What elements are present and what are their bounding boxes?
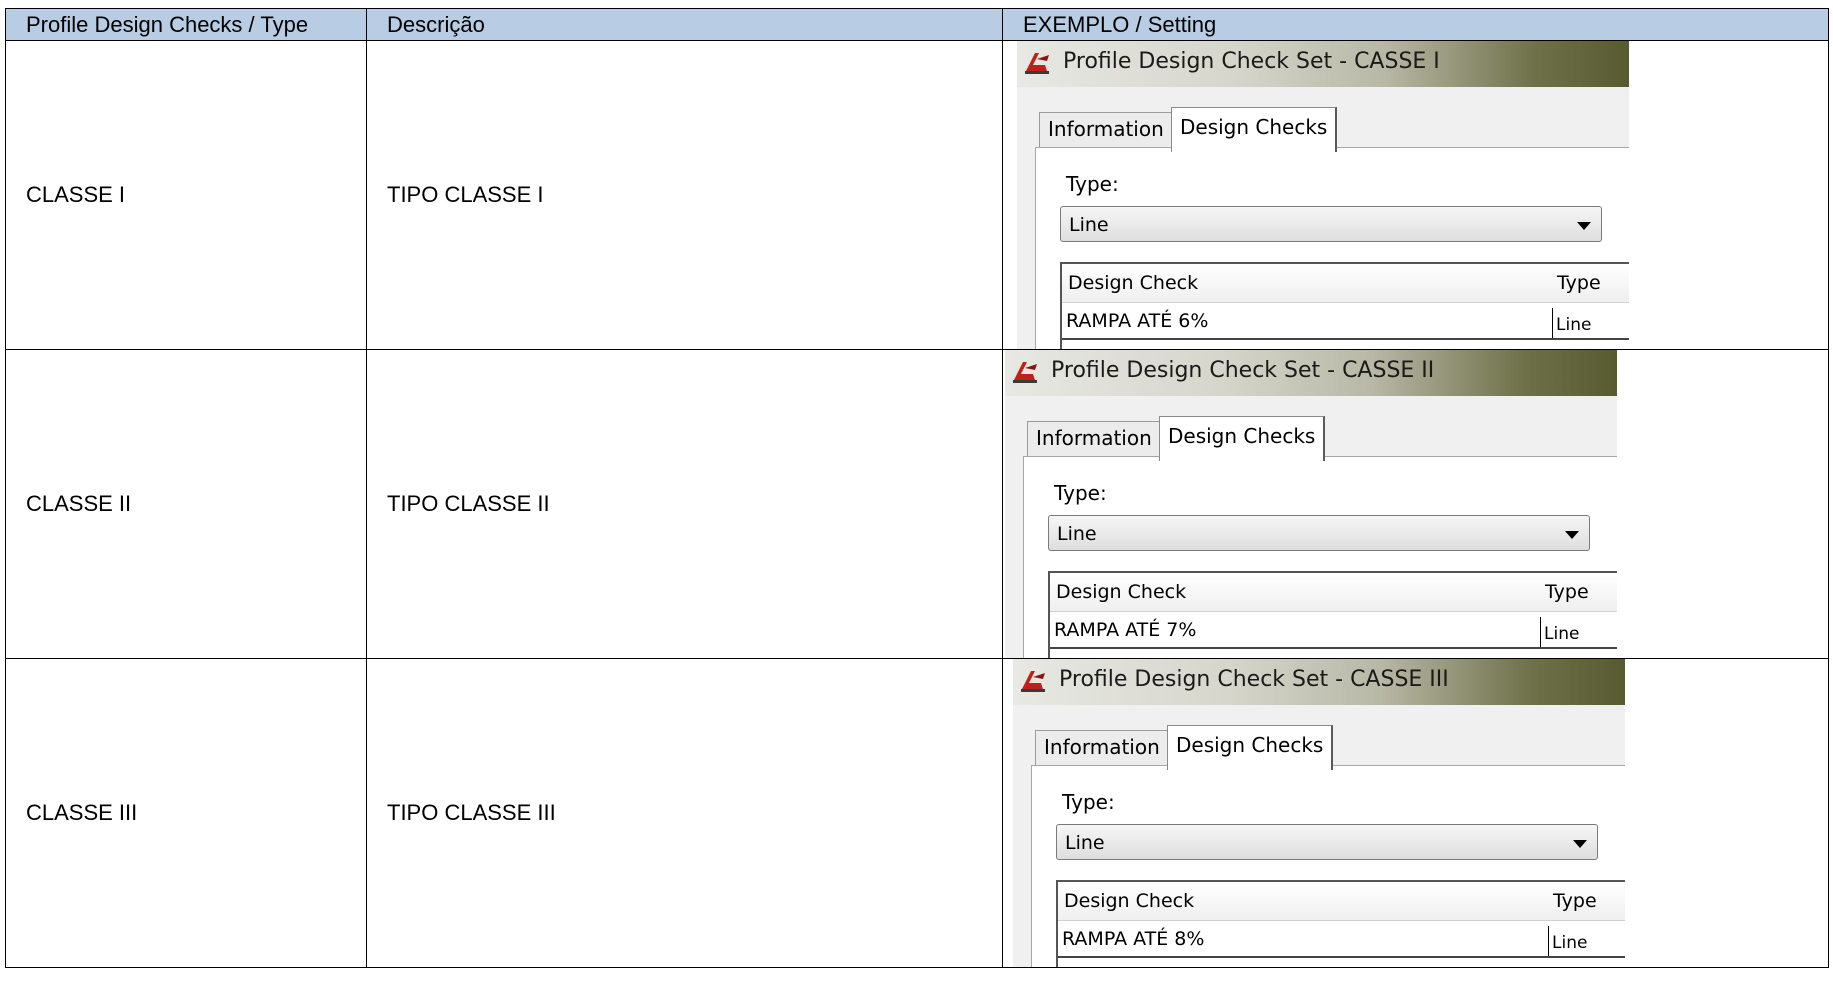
dialog-title-bar: Profile Design Check Set - CASSE III xyxy=(1013,659,1625,705)
tab-information[interactable]: Information xyxy=(1039,112,1173,147)
profile-design-checks-table: Profile Design Checks / Type Descrição E… xyxy=(5,8,1829,968)
dialog-screenshot: Profile Design Check Set - CASSE II Info… xyxy=(1005,350,1617,658)
type-select[interactable]: Line xyxy=(1060,206,1602,242)
type-label: Type: xyxy=(1066,172,1119,196)
tab-information[interactable]: Information xyxy=(1027,421,1161,456)
type-cell: CLASSE I xyxy=(5,40,367,350)
chevron-down-icon xyxy=(1577,222,1591,230)
dialog-title: Profile Design Check Set - CASSE III xyxy=(1059,667,1449,692)
description-cell: TIPO CLASSE III xyxy=(366,658,1003,968)
chevron-down-icon xyxy=(1573,840,1587,848)
grid-cell-type: Line xyxy=(1548,926,1587,956)
example-cell: Profile Design Check Set - CASSE III Inf… xyxy=(1002,658,1829,968)
grid-row[interactable]: RAMPA ATÉ 8% Line xyxy=(1058,922,1625,958)
design-checks-panel: Type: Line Design Check Type xyxy=(1035,147,1629,349)
grid-cell-design-check: RAMPA ATÉ 8% xyxy=(1062,928,1205,950)
type-select-value: Line xyxy=(1065,832,1105,854)
header-profile-design-checks-type: Profile Design Checks / Type xyxy=(5,8,367,41)
grid-row[interactable]: RAMPA ATÉ 7% Line xyxy=(1050,613,1617,649)
dialog-title-bar: Profile Design Check Set - CASSE II xyxy=(1005,350,1617,396)
design-checks-panel: Type: Line Design Check Type xyxy=(1031,765,1625,967)
grid-header: Design Check Type xyxy=(1058,882,1625,921)
grid-row[interactable]: RAMPA ATÉ 6% Line xyxy=(1062,304,1629,340)
grid-cell-type: Line xyxy=(1540,617,1579,647)
dialog-body: Information Type: Line Design Check Type xyxy=(1017,87,1629,349)
tab-design-checks[interactable]: Design Checks xyxy=(1171,107,1338,152)
example-cell: Profile Design Check Set - CASSE I Infor… xyxy=(1002,40,1829,350)
grid-header-type[interactable]: Type xyxy=(1545,581,1589,603)
tab-design-checks[interactable]: Design Checks xyxy=(1167,725,1334,770)
description-cell: TIPO CLASSE I xyxy=(366,40,1003,350)
civil3d-app-icon xyxy=(1025,53,1049,74)
grid-header-type[interactable]: Type xyxy=(1557,272,1601,294)
civil3d-app-icon xyxy=(1021,671,1045,692)
description-cell: TIPO CLASSE II xyxy=(366,349,1003,659)
grid-cell-type: Line xyxy=(1552,308,1591,338)
example-cell: Profile Design Check Set - CASSE II Info… xyxy=(1002,349,1829,659)
grid-header-design-check[interactable]: Design Check xyxy=(1064,890,1194,912)
dialog-body: Information Type: Line Design Check Type xyxy=(1013,705,1625,967)
grid-header: Design Check Type xyxy=(1050,573,1617,612)
grid-header-design-check[interactable]: Design Check xyxy=(1068,272,1198,294)
type-cell: CLASSE III xyxy=(5,658,367,968)
design-check-grid: Design Check Type RAMPA ATÉ 8% Line xyxy=(1056,880,1625,967)
tab-information[interactable]: Information xyxy=(1035,730,1169,765)
grid-header-type[interactable]: Type xyxy=(1553,890,1597,912)
grid-cell-design-check: RAMPA ATÉ 6% xyxy=(1066,310,1209,332)
type-select-value: Line xyxy=(1069,214,1109,236)
chevron-down-icon xyxy=(1565,531,1579,539)
grid-header: Design Check Type xyxy=(1062,264,1629,303)
header-exemplo-setting: EXEMPLO / Setting xyxy=(1002,8,1829,41)
dialog-title: Profile Design Check Set - CASSE II xyxy=(1051,358,1435,383)
civil3d-app-icon xyxy=(1013,362,1037,383)
type-cell: CLASSE II xyxy=(5,349,367,659)
dialog-screenshot: Profile Design Check Set - CASSE I Infor… xyxy=(1017,41,1629,349)
grid-header-design-check[interactable]: Design Check xyxy=(1056,581,1186,603)
header-descricao: Descrição xyxy=(366,8,1003,41)
table-row: CLASSE I TIPO CLASSE I Profile Design Ch… xyxy=(5,40,1829,350)
design-check-grid: Design Check Type RAMPA ATÉ 7% Line xyxy=(1048,571,1617,658)
design-check-grid: Design Check Type RAMPA ATÉ 6% Line xyxy=(1060,262,1629,349)
type-select[interactable]: Line xyxy=(1056,824,1598,860)
type-select[interactable]: Line xyxy=(1048,515,1590,551)
dialog-body: Information Type: Line Design Check Type xyxy=(1005,396,1617,658)
type-label: Type: xyxy=(1062,790,1115,814)
table-row: CLASSE III TIPO CLASSE III Profile Desig… xyxy=(5,658,1829,968)
type-label: Type: xyxy=(1054,481,1107,505)
dialog-screenshot: Profile Design Check Set - CASSE III Inf… xyxy=(1013,659,1625,967)
design-checks-panel: Type: Line Design Check Type xyxy=(1023,456,1617,658)
dialog-title: Profile Design Check Set - CASSE I xyxy=(1063,49,1440,74)
tab-design-checks[interactable]: Design Checks xyxy=(1159,416,1326,461)
type-select-value: Line xyxy=(1057,523,1097,545)
table-row: CLASSE II TIPO CLASSE II Profile Design … xyxy=(5,349,1829,659)
dialog-title-bar: Profile Design Check Set - CASSE I xyxy=(1017,41,1629,87)
grid-cell-design-check: RAMPA ATÉ 7% xyxy=(1054,619,1197,641)
table-header-row: Profile Design Checks / Type Descrição E… xyxy=(5,8,1829,41)
